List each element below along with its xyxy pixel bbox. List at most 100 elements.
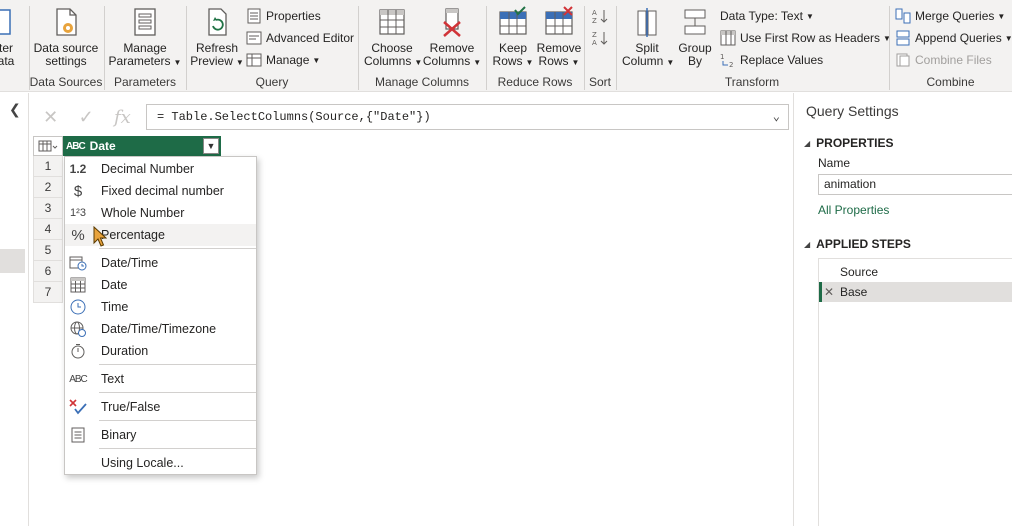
commit-formula-icon[interactable]: ✓	[79, 107, 94, 128]
menu-separator	[99, 448, 256, 449]
data-source-settings-button[interactable]: Data source settings	[33, 6, 99, 68]
group-by-button[interactable]: Group By	[674, 6, 716, 68]
chevron-left-icon[interactable]: ❮	[9, 101, 21, 118]
row-number[interactable]: 2	[33, 177, 63, 198]
formula-bar[interactable]: = Table.SelectColumns(Source,{"Date"}) ⌄	[146, 104, 789, 130]
menu-item-time[interactable]: Time	[65, 296, 256, 318]
menu-item-binary[interactable]: Binary	[65, 424, 256, 446]
step-source[interactable]: Source	[819, 262, 1012, 282]
group-transform: Split Column ▼ Group By Data Type: Text ▼ …	[616, 0, 891, 92]
chevron-down-icon: ▼	[173, 58, 182, 67]
svg-text:Z: Z	[592, 31, 597, 39]
partial-ribbon-button[interactable]: ter ata	[0, 6, 16, 68]
choose-columns-icon	[379, 9, 405, 35]
row-number[interactable]: 3	[33, 198, 63, 219]
chevron-down-icon: ▼	[312, 55, 321, 65]
svg-text:1: 1	[720, 53, 724, 61]
chevron-down-icon: ▼	[525, 58, 534, 67]
column-header-date[interactable]: ABC Date ▼	[63, 136, 221, 156]
advanced-editor-button[interactable]: Advanced Editor	[246, 28, 354, 48]
use-first-row-as-headers-button[interactable]: Use First Row as Headers ▼	[720, 28, 891, 48]
refresh-icon	[208, 8, 227, 36]
all-properties-link[interactable]: All Properties	[818, 203, 889, 217]
applied-steps-list: Source ✕ Base	[818, 258, 1012, 526]
menu-item-datetime[interactable]: Date/Time	[65, 252, 256, 274]
column-filter-button[interactable]: ▼	[203, 138, 219, 154]
collapse-triangle-icon[interactable]: ◢	[804, 240, 810, 249]
menu-item-true-false[interactable]: True/False	[65, 396, 256, 418]
choose-columns-button[interactable]: Choose Columns ▼	[364, 6, 422, 69]
query-name-input[interactable]: animation	[818, 174, 1012, 195]
step-base[interactable]: ✕ Base	[819, 282, 1012, 302]
remove-rows-button[interactable]: Remove Rows ▼	[534, 6, 584, 69]
fx-icon[interactable]: fx	[114, 107, 131, 128]
row-number[interactable]: 6	[33, 261, 63, 282]
merge-queries-button[interactable]: Merge Queries ▼	[895, 6, 1005, 26]
chevron-down-icon: ▼	[805, 11, 814, 21]
replace-values-icon: 12	[720, 53, 733, 68]
whole-number-icon: 1²3	[70, 207, 86, 219]
menu-item-whole-number[interactable]: 1²3 Whole Number	[65, 202, 256, 224]
sort-descending-button[interactable]: ZA	[592, 28, 612, 48]
delete-step-icon[interactable]: ✕	[824, 285, 840, 299]
remove-rows-icon	[545, 6, 573, 35]
row-number[interactable]: 1	[33, 156, 63, 177]
properties-section-header[interactable]: ◢ PROPERTIES	[804, 136, 894, 150]
manage-button[interactable]: Manage ▼	[246, 50, 320, 70]
svg-text:A: A	[592, 9, 597, 17]
menu-item-fixed-decimal[interactable]: $ Fixed decimal number	[65, 180, 256, 202]
advanced-editor-icon	[246, 31, 262, 45]
menu-item-datetime-timezone[interactable]: Date/Time/Timezone	[65, 318, 256, 340]
menu-item-duration[interactable]: Duration	[65, 340, 256, 362]
refresh-preview-button[interactable]: Refresh Preview ▼	[190, 6, 244, 69]
type-text-icon[interactable]: ABC	[66, 141, 86, 152]
menu-item-text[interactable]: ABC Text	[65, 368, 256, 390]
menu-separator	[99, 420, 256, 421]
svg-text:A: A	[592, 39, 597, 46]
sort-ascending-icon: AZ	[592, 9, 608, 24]
true-false-icon	[68, 398, 88, 416]
manage-parameters-button[interactable]: Manage Parameters ▼	[108, 6, 182, 69]
append-queries-icon	[896, 30, 910, 46]
chevron-down-icon[interactable]: ⌄	[773, 109, 780, 124]
data-type-menu: 1.2 Decimal Number $ Fixed decimal numbe…	[64, 156, 257, 475]
combine-files-button[interactable]: Combine Files	[895, 50, 992, 70]
collapse-triangle-icon[interactable]: ◢	[804, 139, 810, 148]
replace-values-button[interactable]: 12 Replace Values	[720, 50, 823, 70]
split-column-button[interactable]: Split Column ▼	[622, 6, 674, 69]
menu-item-using-locale[interactable]: Using Locale...	[65, 452, 256, 474]
decimal-number-icon: 1.2	[69, 162, 87, 176]
binary-icon	[68, 426, 88, 444]
cancel-formula-icon[interactable]: ✕	[43, 107, 58, 128]
selected-query-marker[interactable]	[0, 249, 25, 273]
menu-item-date[interactable]: Date	[65, 274, 256, 296]
mouse-cursor-icon	[93, 226, 107, 247]
group-combine: Merge Queries ▼ Append Queries ▼ Combine F…	[889, 0, 1012, 92]
menu-item-decimal-number[interactable]: 1.2 Decimal Number	[65, 158, 256, 180]
sort-ascending-button[interactable]: AZ	[592, 6, 612, 26]
chevron-down-icon: ▼	[997, 11, 1006, 21]
append-queries-button[interactable]: Append Queries ▼	[895, 28, 1012, 48]
svg-text:Z: Z	[592, 17, 597, 24]
query-settings-title: Query Settings	[806, 103, 899, 119]
split-column-icon	[637, 8, 657, 37]
percent-icon: %	[71, 226, 85, 244]
clock-icon	[68, 298, 88, 316]
remove-columns-icon	[443, 8, 461, 37]
keep-rows-button[interactable]: Keep Rows ▼	[490, 6, 536, 69]
data-type-dropdown[interactable]: Data Type: Text ▼	[720, 6, 814, 26]
group-by-icon	[684, 9, 706, 35]
chevron-down-icon: ▼	[571, 58, 580, 67]
remove-columns-button[interactable]: Remove Columns ▼	[422, 6, 482, 69]
table-headers-icon	[720, 30, 736, 46]
group-manage-columns: Choose Columns ▼ Remove Columns ▼ Manage C…	[358, 0, 486, 92]
group-reduce-rows: Keep Rows ▼ Remove Rows ▼ Reduce Rows	[486, 0, 584, 92]
sort-descending-icon: ZA	[592, 31, 608, 46]
row-number[interactable]: 5	[33, 240, 63, 261]
chevron-down-icon: ▼	[473, 58, 482, 67]
table-menu-button[interactable]	[33, 136, 63, 156]
row-number[interactable]: 7	[33, 282, 63, 303]
applied-steps-section-header[interactable]: ◢ APPLIED STEPS	[804, 237, 911, 251]
properties-button[interactable]: Properties	[246, 6, 321, 26]
row-number[interactable]: 4	[33, 219, 63, 240]
